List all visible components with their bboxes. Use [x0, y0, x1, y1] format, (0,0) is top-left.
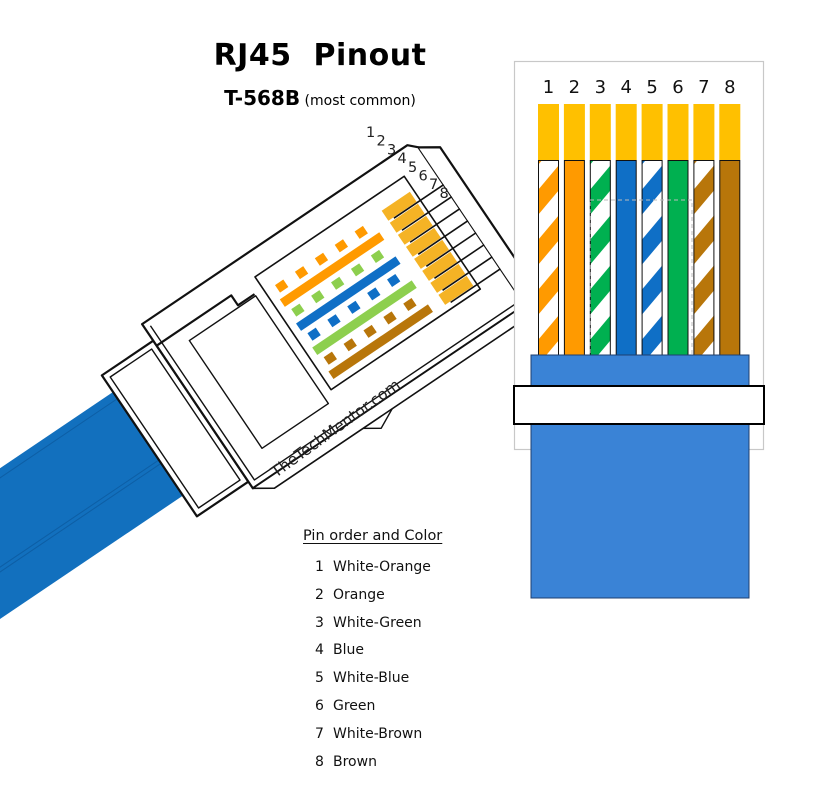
gold-contact	[589, 104, 611, 160]
legend-item: 1 White-Orange	[303, 554, 442, 582]
legend-item: 4 Blue	[303, 637, 442, 665]
solid-wire	[563, 160, 585, 356]
gold-contact	[641, 104, 663, 160]
legend-color-label: Blue	[333, 642, 364, 659]
pin-number-label: 4	[620, 77, 631, 98]
solid-wire	[719, 160, 741, 356]
legend-color-label: White-Blue	[333, 670, 410, 687]
wire-stripe	[693, 615, 714, 665]
legend-pin-number: 6	[315, 697, 324, 714]
legend-item: 2 Orange	[303, 582, 442, 610]
gold-contact	[563, 104, 585, 160]
legend-item: 6 Green	[303, 693, 442, 721]
legend-color-label: White-Brown	[333, 725, 423, 742]
legend-pin-number: 1	[315, 559, 324, 575]
legend-pin-number: 4	[315, 642, 324, 659]
pin-number-label: 3	[595, 77, 606, 98]
legend-pin-number: 5	[315, 670, 324, 687]
legend-pin-number: 3	[315, 614, 324, 631]
legend-list: 1 White-Orange 2 Orange 3 White-Green 4 Blue…	[303, 554, 442, 776]
wire-stripe	[538, 615, 559, 665]
legend-color-label: White-Orange	[333, 559, 431, 575]
solid-wire	[667, 160, 689, 356]
legend-color-label: White-Green	[333, 614, 422, 631]
solid-wire	[615, 160, 637, 356]
gold-contact	[667, 104, 689, 160]
pin-order-legend: Pin order and Color 1 White-Orange 2 Orang…	[303, 528, 442, 776]
legend-item: 5 White-Blue	[303, 665, 442, 693]
pin-number-label: 6	[672, 77, 683, 98]
pin-number-label: 1	[543, 77, 554, 98]
gold-contact	[615, 104, 637, 160]
wire-stripe	[642, 615, 663, 665]
gold-contact	[719, 104, 741, 160]
legend-item: 7 White-Brown	[303, 721, 442, 749]
legend-pin-number: 2	[315, 586, 324, 603]
legend-color-label: Brown	[333, 753, 377, 770]
legend-color-label: Orange	[333, 586, 385, 603]
pin-number-label: 5	[646, 77, 657, 98]
gold-contact	[693, 104, 715, 160]
legend-color-label: Green	[333, 697, 376, 714]
legend-item: 3 White-Green	[303, 610, 442, 638]
legend-item: 8 Brown	[303, 749, 442, 777]
legend-title: Pin order and Color	[303, 528, 443, 544]
legend-pin-number: 7	[315, 725, 324, 742]
gold-contact	[538, 104, 559, 160]
pin-number-label: 8	[724, 77, 735, 98]
pin-number-label: 7	[698, 77, 709, 98]
wire-stripe	[590, 615, 611, 665]
crimp-bar	[513, 385, 765, 425]
legend-pin-number: 8	[315, 753, 324, 770]
pin-number-label: 2	[569, 77, 580, 98]
